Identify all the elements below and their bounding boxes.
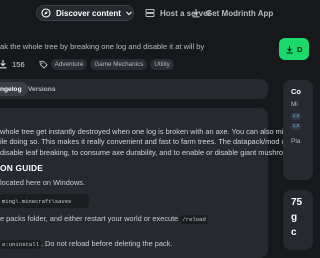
sidebar-big-text-1: 75 bbox=[291, 197, 303, 208]
discover-content-button[interactable]: Discover content bbox=[36, 5, 134, 21]
download-button-icon bbox=[286, 45, 293, 54]
platforms-label: Pla bbox=[291, 138, 301, 145]
server-icon bbox=[145, 9, 155, 17]
description-line-1: whole tree get instantly destroyed when … bbox=[0, 127, 292, 136]
download-count-icon bbox=[0, 60, 7, 69]
project-stats: 156 Adventure Game Mechanics Utility bbox=[0, 58, 174, 70]
description-line-3: disable leaf breaking, to consume axe du… bbox=[0, 147, 299, 157]
location-text: located here on Windows. bbox=[0, 178, 86, 187]
reload-command-code: /reload bbox=[180, 215, 208, 224]
tag-utility[interactable]: Utility bbox=[150, 58, 174, 70]
uninstall-command-code: e:uninstall bbox=[0, 240, 41, 249]
project-summary: ak the whole tree by breaking one log an… bbox=[0, 42, 205, 51]
get-app-link[interactable]: Get Modrinth App bbox=[191, 7, 273, 19]
installation-guide-heading: ON GUIDE bbox=[0, 163, 44, 173]
uninstall-instruction-text: . Do not reload before deleting the pack… bbox=[40, 239, 173, 248]
reload-instruction-text: e packs folder, and either restart your … bbox=[0, 214, 179, 223]
description-line-2: ile doing so. This makes it really conve… bbox=[0, 137, 294, 147]
description-paragraph: whole tree get instantly destroyed when … bbox=[0, 127, 299, 158]
download-icon bbox=[192, 9, 200, 18]
version-chip-1[interactable]: 1.2 bbox=[291, 113, 301, 120]
reload-instruction: e packs folder, and either restart your … bbox=[0, 214, 208, 224]
tag-adventure[interactable]: Adventure bbox=[50, 58, 88, 70]
sidebar-big-text-2: g bbox=[291, 212, 298, 223]
tag-game-mechanics[interactable]: Game Mechanics bbox=[90, 58, 148, 70]
version-chip-2[interactable]: 1.2 bbox=[291, 123, 301, 130]
get-app-label: Get Modrinth App bbox=[206, 8, 274, 18]
sidebar-big-text-3: c bbox=[291, 227, 297, 238]
discover-content-label: Discover content bbox=[56, 8, 121, 18]
tag-icon bbox=[39, 60, 48, 69]
tab-versions[interactable]: Versions bbox=[22, 82, 62, 96]
saves-path-code: ming\.minecraft\saves bbox=[0, 194, 89, 208]
minecraft-versions-label: Mi bbox=[291, 101, 298, 108]
compatibility-title: Co bbox=[291, 87, 301, 96]
download-button[interactable]: D bbox=[279, 38, 309, 60]
compass-icon bbox=[41, 8, 51, 18]
download-count: 156 bbox=[12, 59, 25, 69]
chevron-down-icon bbox=[126, 11, 132, 16]
download-button-label: D bbox=[297, 44, 303, 54]
uninstall-instruction: e:uninstall. Do not reload before deleti… bbox=[0, 239, 173, 249]
